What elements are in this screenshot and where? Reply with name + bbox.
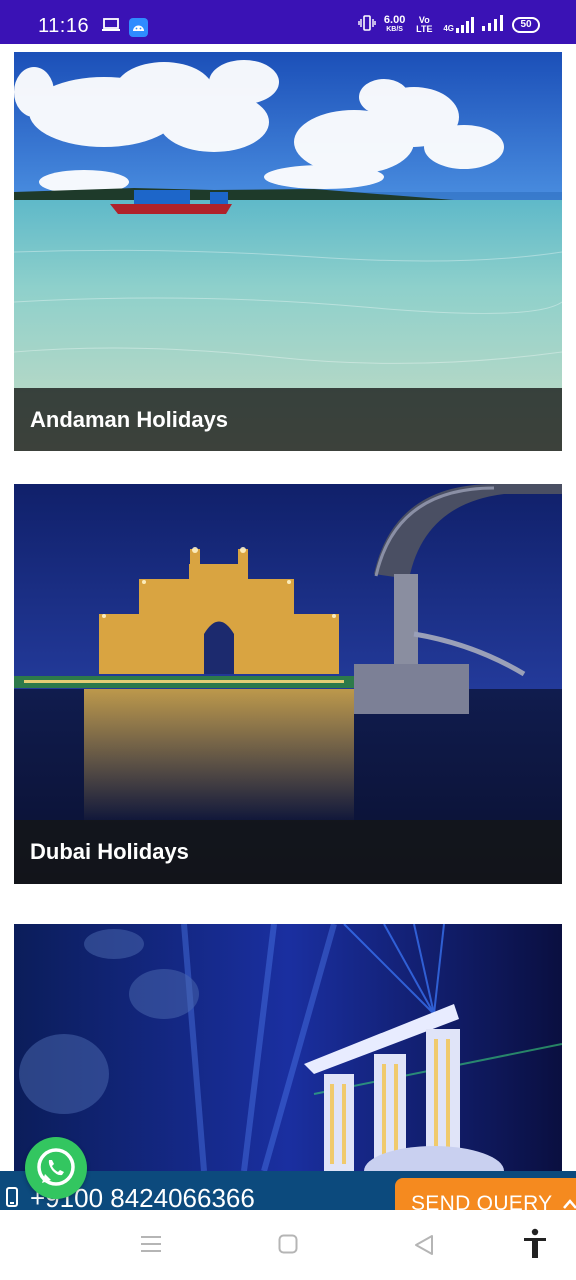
- home-icon[interactable]: [278, 1234, 298, 1258]
- net-speed: 6.00 KB/S: [383, 13, 406, 34]
- recent-apps-icon[interactable]: [140, 1234, 162, 1258]
- battery-indicator: 50: [512, 16, 540, 33]
- whatsapp-button[interactable]: [25, 1137, 87, 1199]
- package-card-dubai[interactable]: Dubai Holidays: [14, 484, 562, 884]
- signal-4g-icon: 4G: [443, 16, 474, 33]
- status-bar: 11:16 6.00 KB/S Vo LTE 4G 50: [0, 0, 576, 44]
- card-title: Dubai Holidays: [30, 839, 189, 864]
- system-nav-bar: [0, 1210, 576, 1280]
- status-time: 11:16: [38, 15, 90, 37]
- package-card-andaman[interactable]: Andaman Holidays: [14, 52, 562, 451]
- accessibility-icon[interactable]: [522, 1228, 548, 1264]
- network-type: 4G: [443, 23, 454, 33]
- signal-icon: [482, 15, 504, 34]
- net-speed-value: 6.00: [383, 13, 406, 26]
- card-title: Andaman Holidays: [30, 407, 229, 432]
- singapore-marina-bay-lasers-photo: [14, 924, 562, 1171]
- mobile-phone-icon: [6, 1185, 18, 1210]
- status-indicators: 6.00 KB/S Vo LTE 4G 50: [358, 13, 540, 34]
- vibrate-icon: [358, 15, 376, 34]
- whatsapp-icon: [25, 1148, 87, 1203]
- chevron-up-icon: [562, 1192, 576, 1210]
- send-query-label: SEND QUERY: [411, 1192, 553, 1210]
- laptop-icon: [102, 17, 120, 36]
- volte-indicator: Vo LTE: [416, 14, 433, 34]
- package-card-singapore[interactable]: [14, 924, 562, 1171]
- back-icon[interactable]: [414, 1234, 434, 1260]
- send-query-button[interactable]: SEND QUERY: [395, 1178, 576, 1210]
- android-notification-icon: [129, 18, 148, 41]
- net-speed-unit: KB/S: [386, 25, 403, 33]
